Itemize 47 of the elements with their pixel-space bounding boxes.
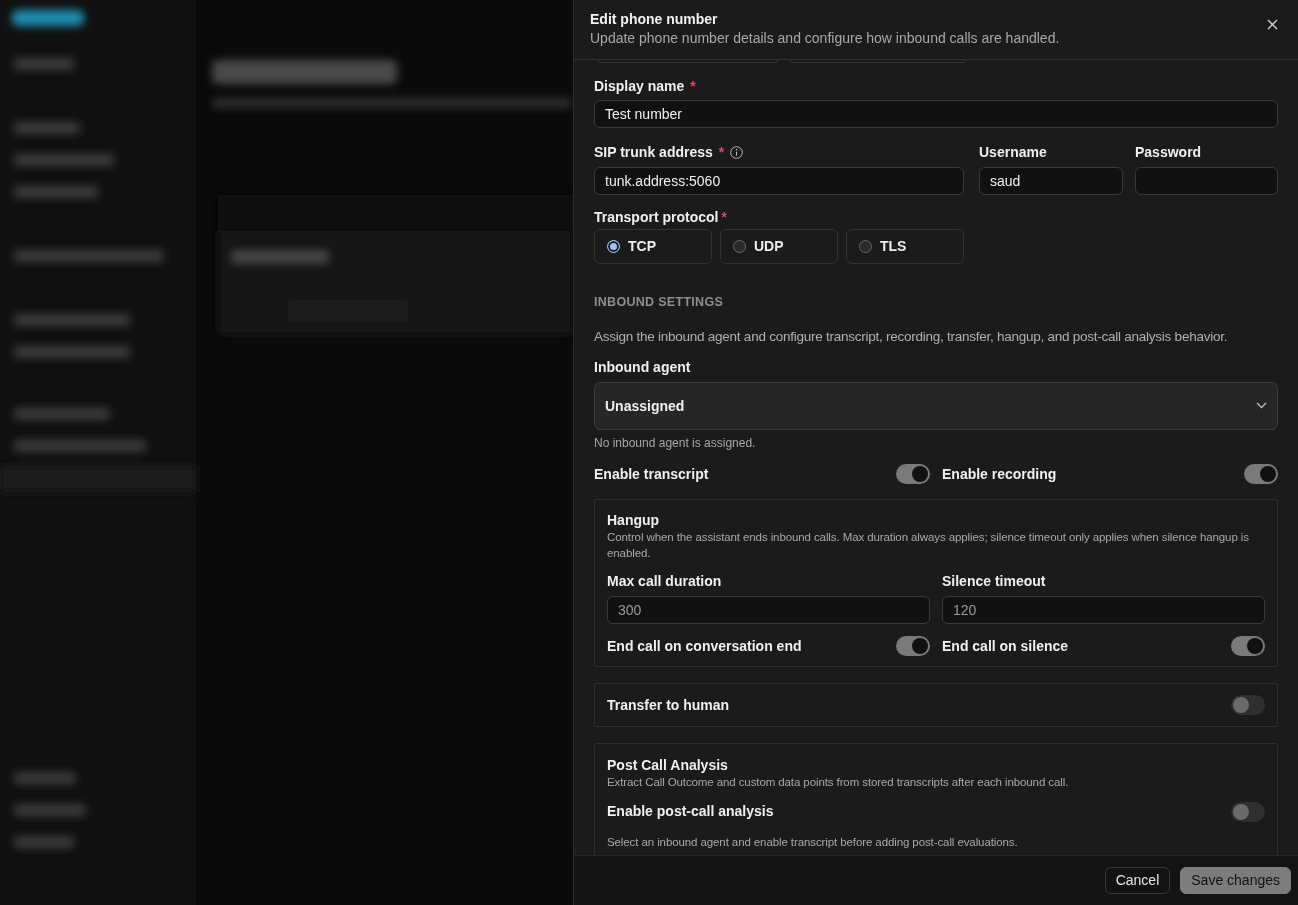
save-button[interactable]: Save changes	[1180, 867, 1291, 894]
panel-title: Post Call Analysis	[607, 756, 729, 774]
field-label: Display name	[594, 77, 685, 95]
section-heading: INBOUND SETTINGS	[594, 295, 725, 310]
input-field[interactable]	[1135, 167, 1278, 196]
toggle-label: End call on conversation end	[607, 637, 802, 655]
input-field[interactable]: 120	[942, 595, 1265, 624]
field-label: Username	[979, 144, 1047, 162]
field-label: Password	[1135, 144, 1202, 162]
field-label: Silence timeout	[942, 573, 1046, 590]
panel-note: Select an inbound agent and enable transcript before adding post-call evaluations.	[607, 834, 1019, 850]
hint-text: No inbound agent is assigned.	[594, 435, 757, 451]
input-field[interactable]: 300	[607, 595, 930, 624]
toggle-switch[interactable]	[1231, 635, 1265, 656]
required-mark: *	[721, 209, 727, 226]
toggle-switch[interactable]	[896, 464, 930, 485]
panel-description: Control when the assistant ends inbound calls. Max duration always applies; silence timeout only applies when silence hangup is enabled.	[607, 530, 1250, 562]
section-description: Assign the inbound agent and configure transcript, recording, transfer, hangup, and post-call analysis behavior.	[594, 329, 1229, 346]
toggle-switch[interactable]	[1231, 801, 1265, 822]
toggle-switch[interactable]	[896, 635, 930, 656]
toggle-switch[interactable]	[1244, 464, 1278, 485]
toggle-label: Enable transcript	[594, 465, 709, 483]
required-mark: *	[718, 144, 725, 162]
toggle-label: Transfer to human	[607, 696, 730, 714]
field-label: SIP trunk address	[594, 144, 713, 162]
dialog-title: Edit phone number	[590, 11, 719, 28]
panel-description: Extract Call Outcome and custom data points from stored transcripts after each inbound call.	[607, 774, 1070, 790]
required-mark: *	[690, 77, 696, 95]
input-field[interactable]: tunk.address:5060	[594, 167, 964, 196]
select-field[interactable]: Unassigned	[594, 381, 1278, 430]
toggle-label: End call on silence	[942, 637, 1069, 655]
field-label: Max call duration	[607, 573, 722, 590]
toggle-label: Enable post-call analysis	[607, 803, 774, 821]
chevron-down-icon	[1256, 402, 1267, 410]
radio-option[interactable]: UDP	[720, 229, 838, 264]
toggle-label: Enable recording	[942, 465, 1057, 483]
input-field[interactable]: Test number	[594, 100, 1278, 129]
info-icon[interactable]	[730, 146, 744, 160]
panel-title: Hangup	[607, 512, 661, 530]
radio-option[interactable]: TCP	[594, 229, 712, 264]
cancel-button[interactable]: Cancel	[1104, 867, 1171, 894]
field-label: Transport protocol	[594, 209, 719, 226]
field-label: Inbound agent	[594, 359, 691, 376]
dialog-subtitle: Update phone number details and configure how inbound calls are handled.	[590, 29, 1060, 47]
input-field[interactable]: saud	[979, 167, 1123, 196]
radio-option[interactable]: TLS	[846, 229, 964, 264]
toggle-switch[interactable]	[1231, 694, 1265, 715]
